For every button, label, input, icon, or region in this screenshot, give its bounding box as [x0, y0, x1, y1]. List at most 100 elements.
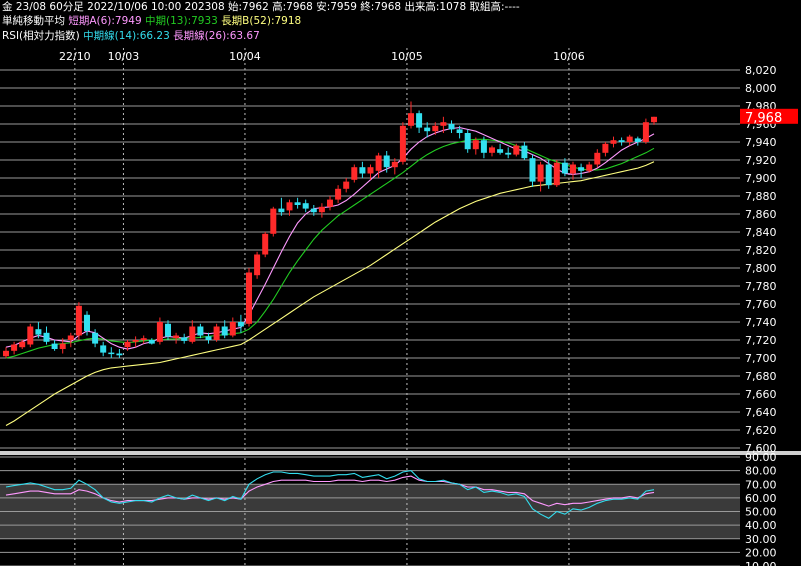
candle-body: [116, 353, 123, 356]
candle-body: [92, 332, 99, 344]
rsi-tick-label: 70.00: [745, 478, 777, 491]
candle: [197, 323, 204, 339]
candle-body: [318, 206, 325, 213]
price-chart[interactable]: 22/10 10/03 10/04 10/05 10/067,6007,6207,640…: [0, 0, 801, 566]
candle-body: [140, 338, 147, 340]
candle: [570, 161, 576, 180]
rsi-tick-label: 40.00: [745, 519, 777, 532]
rsi-tick-label: 90.00: [745, 451, 777, 464]
candle-body: [570, 164, 576, 174]
candle-body: [100, 345, 107, 353]
rsi-tick-label: 20.00: [745, 546, 777, 559]
candle: [254, 251, 261, 279]
price-tick-label: 8,020: [745, 64, 777, 77]
candle: [221, 320, 228, 339]
candle-body: [351, 167, 358, 180]
candle-body: [464, 133, 471, 150]
candle-body: [610, 140, 617, 144]
candle-body: [221, 326, 228, 336]
candle: [67, 332, 74, 348]
candle-body: [335, 188, 342, 200]
candle: [529, 154, 536, 187]
candle: [618, 137, 625, 146]
candle: [229, 317, 236, 338]
candle-body: [35, 329, 42, 335]
price-tick-label: 7,720: [745, 334, 777, 347]
date-label: 10/03: [108, 50, 140, 63]
candle: [497, 143, 504, 155]
price-gridlines: [0, 69, 740, 449]
candle-body: [189, 326, 196, 342]
candle: [602, 142, 609, 157]
price-tick-label: 7,860: [745, 208, 777, 221]
candle: [75, 302, 82, 340]
candle: [205, 332, 212, 344]
candle: [116, 349, 123, 358]
candle: [343, 178, 350, 193]
price-tick-label: 7,700: [745, 352, 777, 365]
candle: [634, 136, 641, 146]
candle-body: [602, 143, 609, 153]
rsi-tick-label: 30.00: [745, 533, 777, 546]
date-label: 10/04: [229, 50, 261, 63]
candle: [294, 197, 301, 209]
candle: [302, 199, 309, 213]
candle-body: [27, 326, 34, 345]
candle-body: [343, 181, 350, 189]
candle: [173, 332, 180, 344]
price-tick-label: 7,940: [745, 136, 777, 149]
candle: [335, 185, 342, 204]
candle-body: [132, 340, 139, 342]
price-tick-label: 7,660: [745, 388, 777, 401]
date-label: 22/10: [59, 50, 91, 63]
candle-body: [432, 125, 439, 132]
candle: [351, 164, 358, 183]
candle: [140, 335, 147, 344]
candle-body: [75, 305, 82, 336]
price-tick-label: 7,680: [745, 370, 777, 383]
candle: [610, 136, 617, 148]
price-tick-label: 8,000: [745, 82, 777, 95]
candle-body: [440, 122, 447, 126]
candle: [391, 158, 398, 175]
candle-body: [181, 337, 188, 341]
candle: [318, 203, 325, 218]
candle-body: [375, 155, 382, 171]
candle-body: [286, 202, 293, 211]
candle-body: [213, 326, 220, 340]
candle-body: [642, 122, 649, 142]
candle-body: [367, 167, 374, 174]
candle-body: [391, 161, 398, 168]
candle: [213, 323, 220, 342]
candle-body: [383, 155, 390, 168]
rsi-tick-label: 80.00: [745, 465, 777, 478]
candle-body: [529, 158, 536, 182]
candle-body: [408, 113, 414, 126]
candle-body: [237, 322, 244, 327]
candle-body: [472, 140, 479, 150]
candle-body: [294, 202, 301, 205]
candles: [3, 101, 657, 358]
rsi-tick-label: 50.00: [745, 506, 777, 519]
candle-body: [456, 129, 463, 133]
candle-body: [19, 341, 26, 348]
candle-body: [165, 323, 171, 337]
candle: [148, 338, 155, 345]
candle-body: [67, 335, 74, 340]
candle: [505, 147, 512, 159]
price-tick-label: 7,900: [745, 172, 777, 185]
candle: [189, 320, 196, 344]
candle: [43, 326, 50, 345]
candle-body: [578, 167, 585, 171]
candle-body: [84, 314, 90, 331]
candle-body: [124, 341, 131, 348]
candle: [286, 199, 293, 216]
candle-body: [254, 254, 261, 276]
candle-body: [302, 203, 309, 209]
candle-body: [594, 152, 601, 165]
candle-body: [651, 116, 657, 123]
price-tick-label: 7,620: [745, 424, 777, 437]
candle-body: [310, 208, 317, 213]
candle: [489, 145, 495, 157]
price-tick-label: 7,740: [745, 316, 777, 329]
